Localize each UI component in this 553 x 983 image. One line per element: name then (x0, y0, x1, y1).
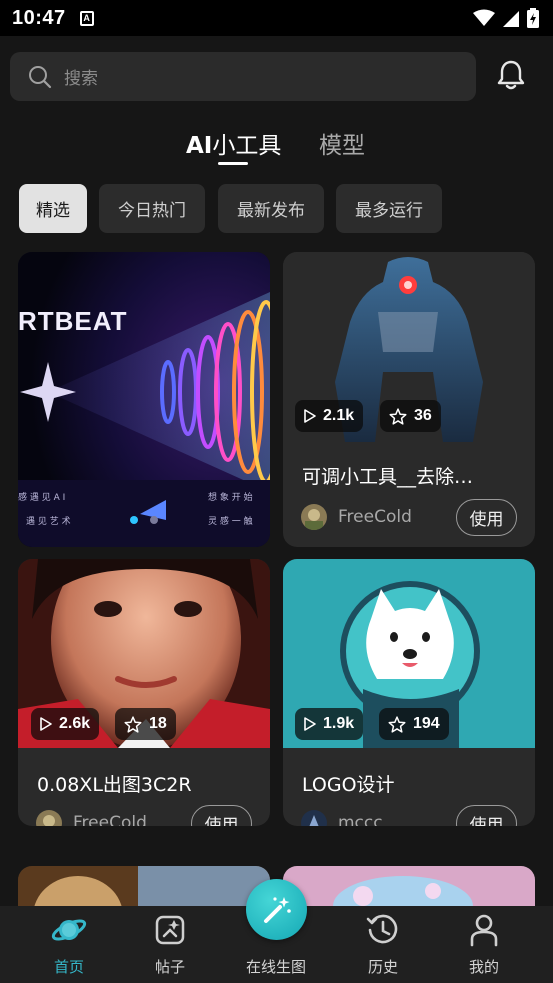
status-bar: 10:47 A (0, 0, 553, 36)
avatar (301, 810, 327, 826)
tool-card-adjustable[interactable]: 2.1k 36 可调小工具__去除… FreeCold 使用 (283, 252, 535, 547)
thumb-footer-left2: 遇 见 艺 术 (26, 517, 71, 527)
play-count-value: 2.1k (323, 407, 355, 424)
battery-icon (527, 8, 539, 28)
bell-icon[interactable] (494, 58, 528, 92)
magic-wand-icon (263, 896, 291, 923)
card-title: 0.08XL出图3C2R (37, 774, 192, 796)
play-count: 2.1k (295, 400, 364, 432)
tool-card-xl[interactable]: 2.6k 18 0.08XL出图3C2R FreeCold 使用 (18, 559, 270, 826)
nav-me-label: 我的 (468, 958, 499, 976)
search-placeholder: 搜索 (64, 69, 98, 89)
thumb-footer-left: 感 遇 见 A I (18, 493, 66, 503)
search-icon (29, 65, 52, 88)
tab-ai-prefix: AI (186, 133, 213, 159)
nav-history[interactable]: 历史 (333, 906, 433, 983)
star-count: 36 (380, 400, 441, 432)
tab-ai-tools[interactable]: AI小工具 (186, 126, 281, 160)
use-button[interactable]: 使用 (456, 805, 517, 826)
author-name: mccc (338, 813, 383, 826)
filter-chip-today-hot[interactable]: 今日热门 (99, 184, 205, 233)
play-count-value: 2.6k (59, 715, 91, 732)
play-icon (40, 717, 52, 731)
tool-card-heartbeat[interactable]: RTBEAT 感 遇 见 A I 遇 见 艺 术 想 象 开 始 灵 感 一 触 (18, 252, 270, 547)
card-author[interactable]: mccc (301, 810, 383, 826)
star-count: 18 (115, 708, 176, 740)
avatar (36, 810, 62, 826)
use-button[interactable]: 使用 (456, 499, 517, 536)
card-title: 可调小工具__去除… (302, 466, 474, 488)
filter-chips: 精选 今日热门 最新发布 最多运行 (0, 184, 553, 234)
nav-home-label: 首页 (53, 958, 84, 976)
filter-chip-newest[interactable]: 最新发布 (218, 184, 324, 233)
nav-generate-label: 在线生图 (245, 958, 306, 976)
notification-a-icon: A (79, 10, 94, 26)
thumb-footer-right: 想 象 开 始 (208, 493, 253, 503)
filter-chip-most-run[interactable]: 最多运行 (336, 184, 442, 233)
play-count: 2.6k (31, 708, 100, 740)
thumb-footer-right2: 灵 感 一 触 (208, 517, 253, 527)
play-count: 1.9k (295, 708, 364, 740)
tool-card-logo[interactable]: 1.9k 194 LOGO设计 mccc 使用 (283, 559, 535, 826)
author-name: FreeCold (338, 507, 412, 527)
play-count-value: 1.9k (323, 715, 355, 732)
avatar (301, 504, 327, 530)
nav-history-label: 历史 (367, 958, 398, 976)
thumb-text: RTBEAT (18, 306, 128, 336)
card-title: LOGO设计 (302, 774, 395, 796)
nav-posts[interactable]: 帖子 (120, 906, 220, 983)
search-input[interactable]: 搜索 (10, 52, 476, 101)
star-icon (388, 715, 406, 733)
star-count-value: 194 (413, 715, 440, 732)
person-icon (470, 914, 498, 947)
star-count-value: 18 (149, 715, 167, 732)
filter-chip-featured[interactable]: 精选 (19, 184, 87, 233)
history-icon (366, 914, 398, 944)
post-icon (155, 915, 185, 945)
active-tab-indicator (218, 162, 248, 165)
nav-home[interactable]: 首页 (19, 906, 119, 983)
status-time: 10:47 (12, 6, 66, 29)
tab-models[interactable]: 模型 (319, 126, 365, 160)
planet-icon (51, 919, 87, 941)
signal-icon (503, 11, 519, 27)
play-icon (304, 717, 316, 731)
star-icon (124, 715, 142, 733)
nav-me[interactable]: 我的 (434, 906, 534, 983)
wifi-icon (473, 9, 495, 26)
nav-posts-label: 帖子 (154, 958, 185, 976)
status-icons (473, 8, 539, 28)
app-screen: 10:47 A 搜索 AI小工具 模型 精选 今日热门 最新发布 最多运行 RT… (0, 0, 553, 983)
star-count: 194 (379, 708, 449, 740)
author-name: FreeCold (73, 813, 147, 826)
star-count-value: 36 (414, 407, 432, 424)
star-icon (389, 407, 407, 425)
card-author[interactable]: FreeCold (301, 504, 412, 530)
category-tabs: AI小工具 模型 (0, 126, 553, 170)
card-author[interactable]: FreeCold (36, 810, 147, 826)
tab-ai-label: 小工具 (212, 133, 282, 159)
use-button[interactable]: 使用 (191, 805, 252, 826)
generate-fab[interactable] (246, 879, 307, 940)
play-icon (304, 409, 316, 423)
